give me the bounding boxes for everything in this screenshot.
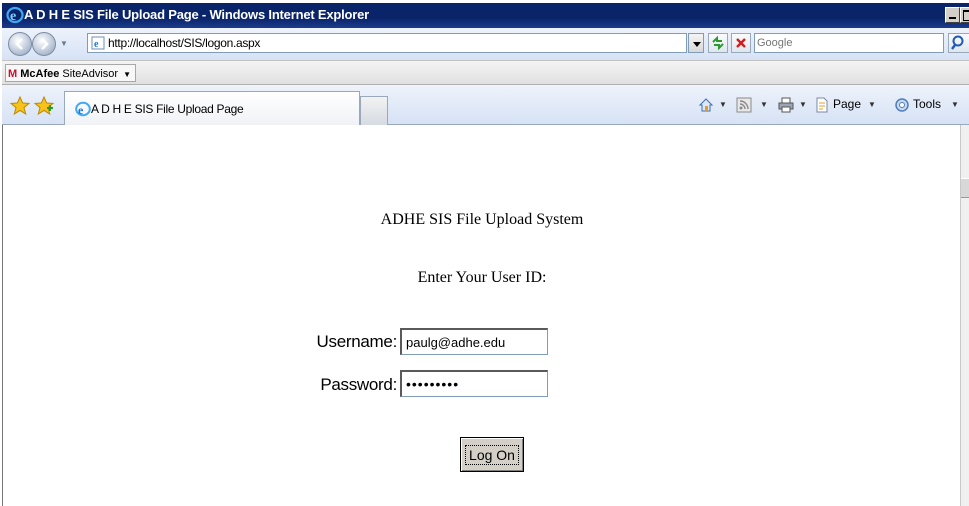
chevron-down-icon: ▼: [123, 70, 132, 79]
search-input[interactable]: [757, 35, 937, 51]
page-menu-label: Page: [833, 97, 862, 111]
refresh-button[interactable]: [708, 33, 728, 53]
page-subtitle: Enter Your User ID:: [417, 269, 547, 286]
address-toolbar: ▼ e http://localhost/SIS/logon.aspx: [2, 28, 969, 60]
page-ie-icon: e: [91, 36, 105, 50]
username-label: Username:: [316, 332, 398, 351]
password-field[interactable]: [400, 370, 548, 397]
address-dropdown-button[interactable]: [688, 33, 704, 53]
minimize-button[interactable]: [945, 7, 960, 23]
chevron-down-icon: ▼: [719, 100, 727, 109]
tab-ie-icon: e: [75, 101, 91, 117]
logon-button-label: Log On: [465, 444, 519, 465]
tools-menu-button[interactable]: Tools ▼: [894, 93, 969, 117]
home-button[interactable]: ▼: [698, 93, 732, 117]
search-button[interactable]: [948, 33, 969, 53]
recent-pages-dropdown-icon[interactable]: ▼: [60, 39, 68, 48]
mcafee-toolbar: M McAfee SiteAdvisor ▼: [2, 60, 969, 85]
home-icon: [698, 98, 714, 112]
maximize-button[interactable]: [960, 7, 969, 23]
mcafee-brand-label: McAfee: [20, 68, 60, 80]
page-content: ADHE SIS File Upload System Enter Your U…: [2, 125, 960, 506]
feeds-icon: [736, 97, 752, 113]
page-menu-button[interactable]: Page ▼: [814, 93, 894, 117]
gear-icon: [895, 98, 909, 112]
mcafee-logo-icon: M: [8, 68, 18, 80]
forward-button[interactable]: [32, 32, 56, 56]
search-icon: [951, 35, 964, 50]
browser-window: e A D H E SIS File Upload Page - Windows…: [0, 0, 969, 506]
chevron-down-icon: ▼: [760, 100, 768, 109]
username-field[interactable]: [400, 328, 548, 355]
chevron-down-icon: ▼: [951, 100, 959, 109]
vertical-scrollbar[interactable]: [960, 125, 969, 506]
chevron-down-icon: ▼: [799, 100, 807, 109]
add-favorites-icon[interactable]: [33, 95, 55, 117]
chevron-down-icon: ▼: [868, 100, 876, 109]
address-url[interactable]: http://localhost/SIS/logon.aspx: [108, 36, 260, 50]
window-title: A D H E SIS File Upload Page - Windows I…: [24, 7, 370, 22]
back-button[interactable]: [8, 32, 32, 56]
print-button[interactable]: ▼: [778, 93, 812, 117]
tab-label: A D H E SIS File Upload Page: [91, 102, 244, 116]
svg-text:e: e: [94, 39, 99, 50]
tab-bar: e A D H E SIS File Upload Page ▼ ▼ ▼ Pag…: [2, 85, 969, 125]
page-icon: [816, 97, 828, 113]
tab-adhe-upload[interactable]: e A D H E SIS File Upload Page: [64, 91, 360, 125]
mcafee-siteadvisor-button[interactable]: M McAfee SiteAdvisor ▼: [5, 64, 137, 82]
title-bar[interactable]: e A D H E SIS File Upload Page - Windows…: [2, 3, 969, 28]
page-title: ADHE SIS File Upload System: [380, 211, 584, 228]
stop-icon: [736, 38, 746, 48]
svg-text:e: e: [10, 9, 16, 24]
tools-menu-label: Tools: [913, 97, 942, 111]
siteadvisor-label: SiteAdvisor: [62, 68, 119, 80]
back-arrow-icon: [15, 38, 23, 50]
logon-button[interactable]: Log On: [460, 437, 524, 472]
password-label: Password:: [320, 375, 397, 394]
favorites-star-icon[interactable]: [9, 95, 31, 117]
search-box[interactable]: [754, 33, 944, 53]
forward-arrow-icon: [41, 38, 49, 50]
printer-icon: [778, 97, 794, 113]
svg-text:e: e: [78, 103, 84, 117]
stop-button[interactable]: [731, 33, 751, 53]
new-tab-button[interactable]: [360, 96, 388, 125]
feeds-button[interactable]: ▼: [736, 93, 772, 117]
refresh-icon: [712, 35, 724, 51]
address-bar[interactable]: e http://localhost/SIS/logon.aspx: [87, 33, 687, 53]
ie-logo-icon: e: [6, 6, 24, 24]
